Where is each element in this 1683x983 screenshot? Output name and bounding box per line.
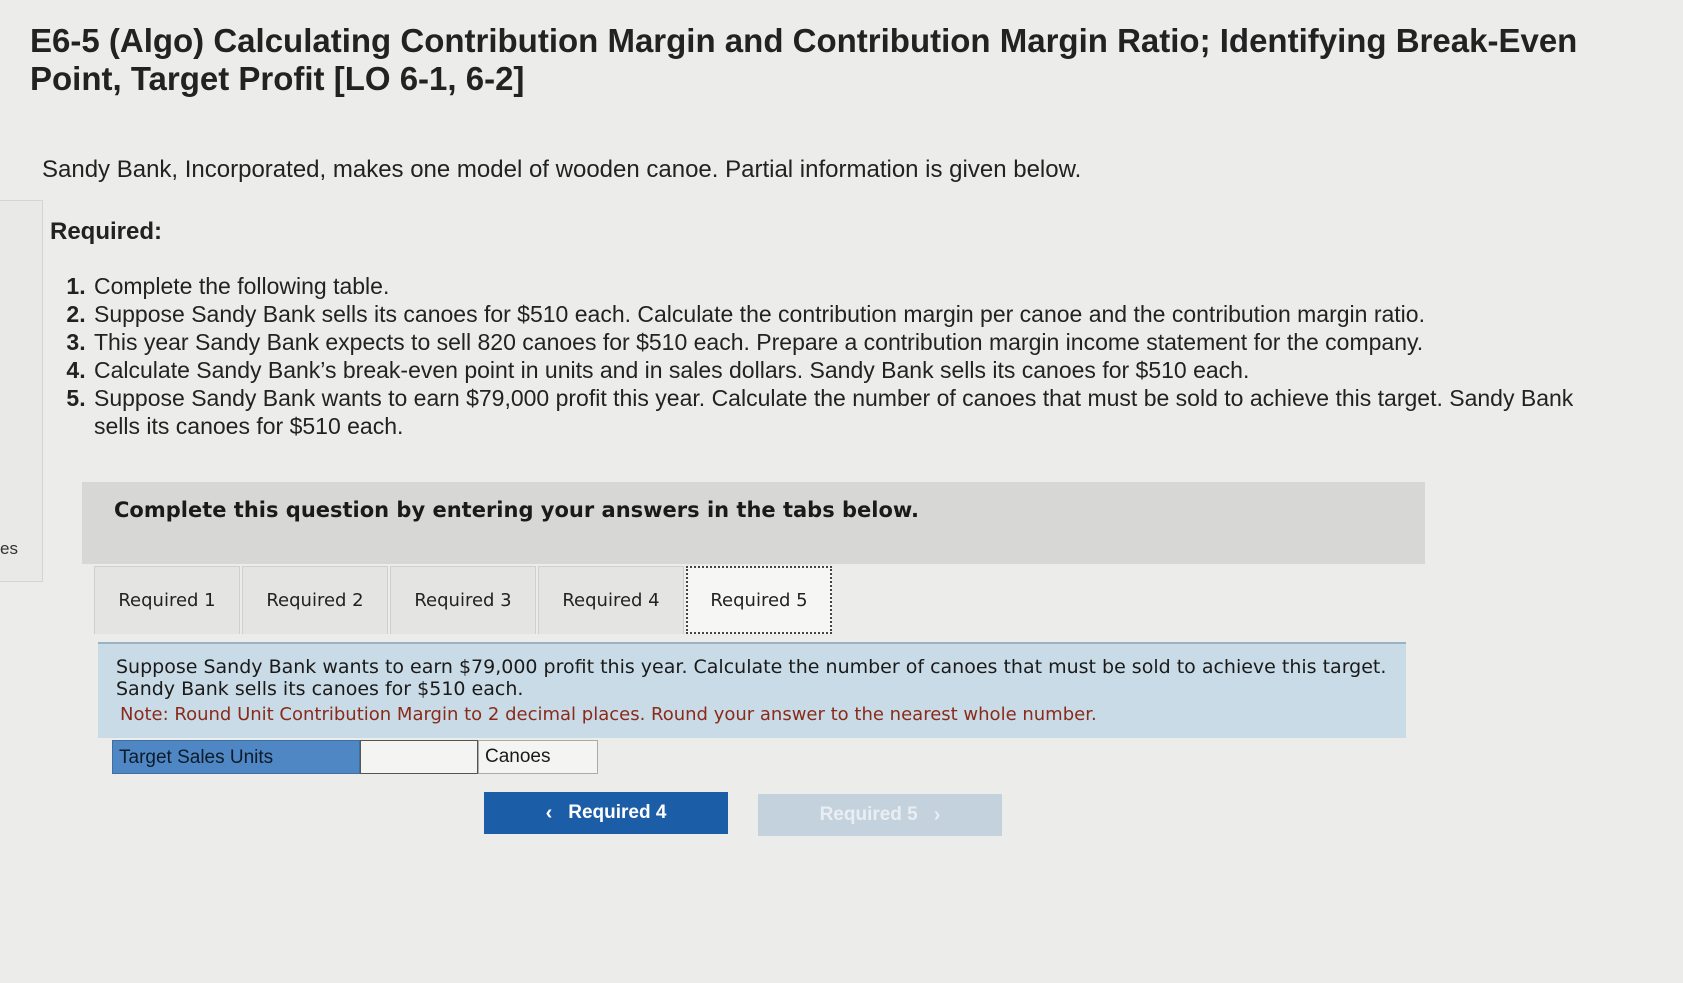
previous-required-button[interactable]: ‹ Required 4 [484, 792, 728, 834]
target-sales-units-label: Target Sales Units [112, 740, 360, 774]
panel-question: Suppose Sandy Bank wants to earn $79,000… [116, 656, 1387, 700]
instructions-box: Complete this question by entering your … [82, 482, 1425, 564]
requirement-item: This year Sandy Bank expects to sell 820… [92, 328, 1612, 356]
tab-required-3[interactable]: Required 3 [390, 566, 536, 634]
page-title: E6-5 (Algo) Calculating Contribution Mar… [30, 22, 1578, 97]
side-panel-edge: es [0, 200, 43, 582]
chevron-right-icon: › [933, 803, 941, 826]
required-heading: Required: [50, 218, 163, 245]
instructions-text: Complete this question by entering your … [114, 498, 919, 522]
side-panel-text: es [0, 539, 18, 558]
target-sales-units-input[interactable] [360, 740, 478, 774]
previous-button-label: Required 4 [568, 802, 667, 823]
requirements-list: Complete the following table. Suppose Sa… [62, 272, 1612, 440]
tab-required-4[interactable]: Required 4 [538, 566, 684, 634]
next-button-label: Required 5 [819, 804, 918, 825]
page: es E6-5 (Algo) Calculating Contribution … [0, 0, 1683, 983]
tab-bar: Required 1 Required 2 Required 3 Require… [94, 566, 834, 638]
unit-label: Canoes [478, 740, 598, 774]
tab-required-1[interactable]: Required 1 [94, 566, 240, 634]
chevron-left-icon: ‹ [545, 801, 553, 824]
question-panel: Suppose Sandy Bank wants to earn $79,000… [98, 642, 1406, 738]
requirement-item: Complete the following table. [92, 272, 1612, 300]
requirement-item: Suppose Sandy Bank sells its canoes for … [92, 300, 1612, 328]
next-required-button[interactable]: Required 5 › [758, 794, 1002, 836]
tab-required-5[interactable]: Required 5 [686, 566, 832, 634]
tab-required-2[interactable]: Required 2 [242, 566, 388, 634]
requirement-item: Calculate Sandy Bank’s break-even point … [92, 356, 1612, 384]
answer-row: Target Sales Units Canoes [112, 740, 598, 774]
requirement-item: Suppose Sandy Bank wants to earn $79,000… [92, 384, 1612, 440]
problem-intro: Sandy Bank, Incorporated, makes one mode… [42, 156, 1082, 183]
panel-note: Note: Round Unit Contribution Margin to … [120, 704, 1097, 725]
